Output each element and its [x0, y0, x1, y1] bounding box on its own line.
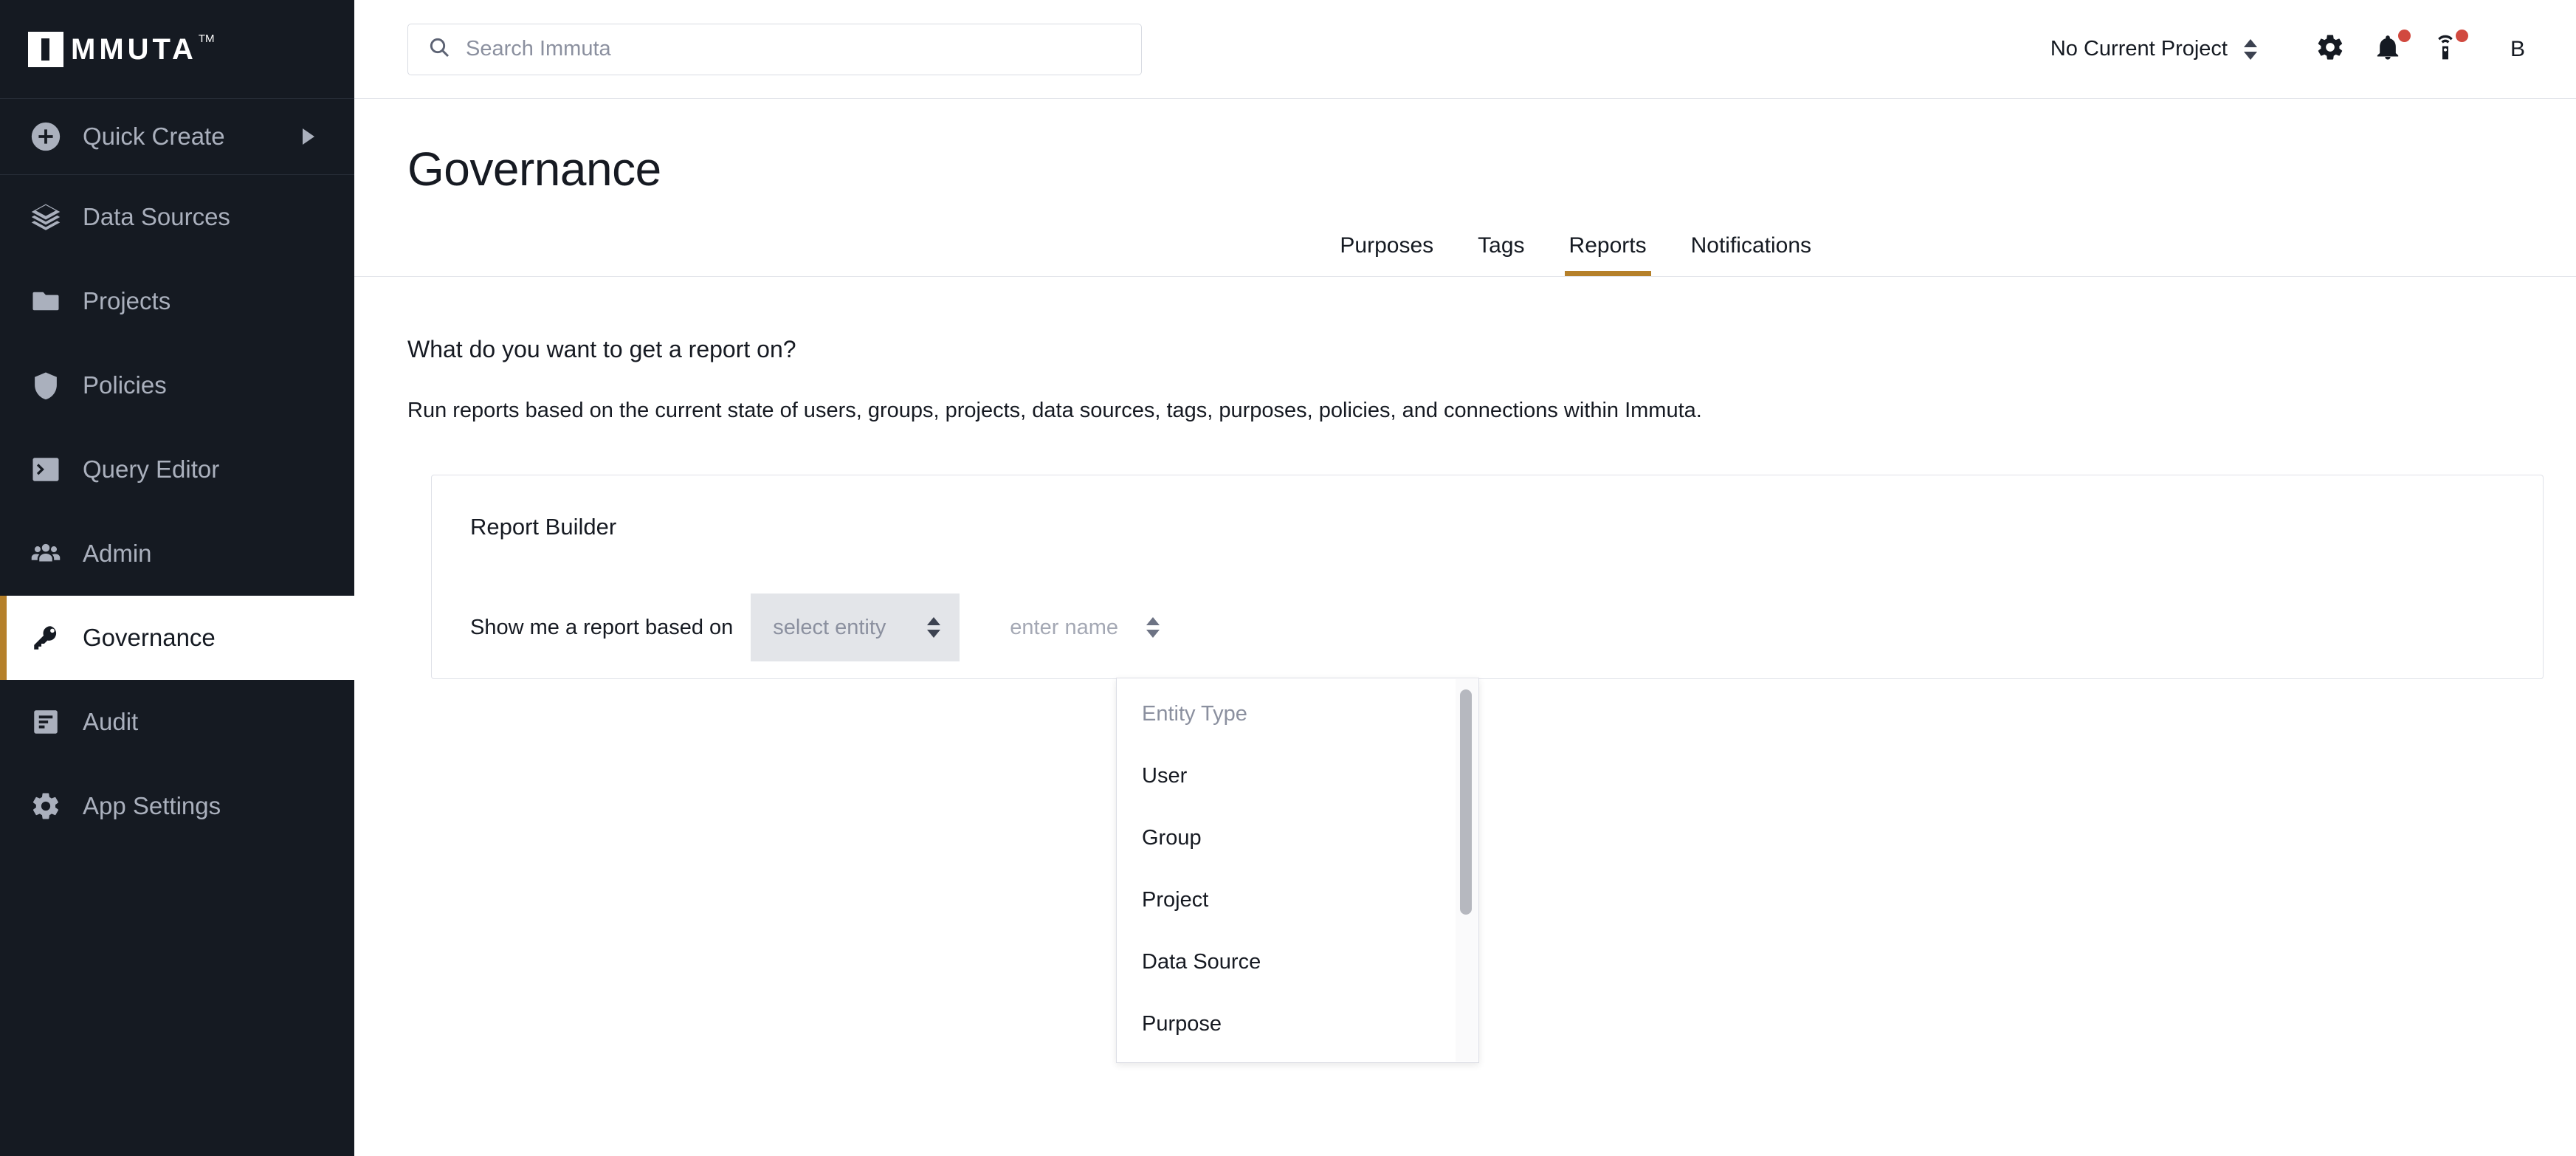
sidebar: MMUTA TM Quick Create Data Sources Proje… — [0, 0, 354, 1156]
app-root: MMUTA TM Quick Create Data Sources Proje… — [0, 0, 2576, 1156]
dropdown-option-project[interactable]: Project — [1117, 869, 1478, 931]
layers-icon — [25, 196, 66, 238]
gear-icon — [25, 785, 66, 827]
chevron-right-icon — [303, 128, 314, 145]
report-description: Run reports based on the current state o… — [407, 399, 1702, 422]
logo-text: MMUTA — [71, 32, 197, 66]
notification-badge-dot — [2398, 29, 2411, 42]
sidebar-item-label: Quick Create — [83, 123, 225, 150]
content-area: What do you want to get a report on? Run… — [354, 336, 2576, 679]
key-icon — [25, 617, 66, 658]
entity-type-option-list: Entity Type User Group Project Data Sour… — [1117, 678, 1478, 1055]
page-header: Governance Purposes Tags Reports Notific… — [354, 99, 2576, 277]
sidebar-item-query-editor[interactable]: Query Editor — [0, 427, 354, 512]
up-down-chevron-icon — [927, 617, 941, 638]
avatar-initial: B — [2510, 36, 2525, 61]
main-area: Search Immuta No Current Project B Gover… — [354, 0, 2576, 1156]
report-builder-row-label: Show me a report based on — [470, 615, 734, 639]
tab-purposes[interactable]: Purposes — [1318, 233, 1456, 276]
search-icon — [427, 35, 451, 63]
up-down-chevron-icon — [2244, 38, 2257, 60]
dropdown-scrollbar-thumb[interactable] — [1460, 689, 1472, 915]
sidebar-item-label: Governance — [83, 624, 216, 651]
tab-reports[interactable]: Reports — [1547, 233, 1669, 276]
report-builder-card: Report Builder Show me a report based on… — [431, 475, 2544, 679]
entity-type-dropdown: Entity Type User Group Project Data Sour… — [1116, 678, 1479, 1063]
sidebar-item-label: App Settings — [83, 792, 221, 819]
plus-circle-icon — [25, 116, 66, 157]
app-logo[interactable]: MMUTA TM — [0, 0, 354, 99]
project-selector[interactable]: No Current Project — [2050, 37, 2257, 61]
project-selector-label: No Current Project — [2050, 37, 2228, 61]
sidebar-item-quick-create[interactable]: Quick Create — [0, 99, 354, 174]
sidebar-item-data-sources[interactable]: Data Sources — [0, 175, 354, 259]
immuta-logo-mark-icon — [28, 31, 63, 67]
settings-button[interactable] — [2301, 21, 2359, 78]
entity-select-value: select entity — [773, 615, 886, 639]
entity-select[interactable]: select entity — [751, 594, 960, 661]
broadcast-badge-dot — [2456, 29, 2468, 42]
topbar-actions: No Current Project B — [2050, 21, 2544, 78]
shield-icon — [25, 365, 66, 406]
sidebar-item-label: Policies — [83, 371, 167, 399]
logo-trademark: TM — [198, 32, 215, 45]
dropdown-scrollbar-track[interactable] — [1456, 679, 1478, 1062]
sidebar-item-policies[interactable]: Policies — [0, 343, 354, 427]
name-select-value: enter name — [1010, 615, 1118, 639]
sidebar-item-audit[interactable]: Audit — [0, 680, 354, 764]
broadcast-button[interactable] — [2417, 21, 2474, 78]
users-icon — [25, 533, 66, 574]
terminal-icon — [25, 449, 66, 490]
report-builder-row: Show me a report based on select entity … — [470, 594, 1160, 661]
dropdown-group-header: Entity Type — [1142, 701, 1247, 726]
notifications-button[interactable] — [2359, 21, 2417, 78]
tab-notifications[interactable]: Notifications — [1669, 233, 1833, 276]
search-placeholder: Search Immuta — [466, 37, 611, 61]
dropdown-option-purpose[interactable]: Purpose — [1117, 993, 1478, 1055]
sidebar-item-label: Query Editor — [83, 455, 220, 483]
folder-icon — [25, 281, 66, 322]
sidebar-item-label: Projects — [83, 287, 171, 314]
tab-tags[interactable]: Tags — [1456, 233, 1546, 276]
sidebar-item-app-settings[interactable]: App Settings — [0, 764, 354, 848]
sidebar-item-projects[interactable]: Projects — [0, 259, 354, 343]
sidebar-item-label: Admin — [83, 540, 152, 567]
avatar[interactable]: B — [2492, 24, 2544, 75]
dropdown-option-data-source[interactable]: Data Source — [1117, 931, 1478, 993]
page-title: Governance — [407, 142, 661, 196]
search-input[interactable]: Search Immuta — [407, 23, 1142, 75]
top-bar: Search Immuta No Current Project B — [354, 0, 2576, 99]
sidebar-item-governance[interactable]: Governance — [0, 596, 354, 680]
sidebar-item-admin[interactable]: Admin — [0, 512, 354, 596]
up-down-chevron-icon — [1146, 617, 1160, 638]
report-builder-title: Report Builder — [470, 514, 617, 540]
gear-icon — [2315, 32, 2345, 66]
report-question: What do you want to get a report on? — [407, 336, 796, 362]
dropdown-option-group[interactable]: Group — [1117, 807, 1478, 869]
name-select[interactable]: enter name — [1010, 594, 1160, 661]
sidebar-item-label: Data Sources — [83, 203, 230, 230]
tab-bar: Purposes Tags Reports Notifications — [1318, 233, 2576, 276]
audit-list-icon — [25, 701, 66, 743]
dropdown-option-user[interactable]: User — [1117, 745, 1478, 807]
sidebar-item-label: Audit — [83, 708, 139, 735]
